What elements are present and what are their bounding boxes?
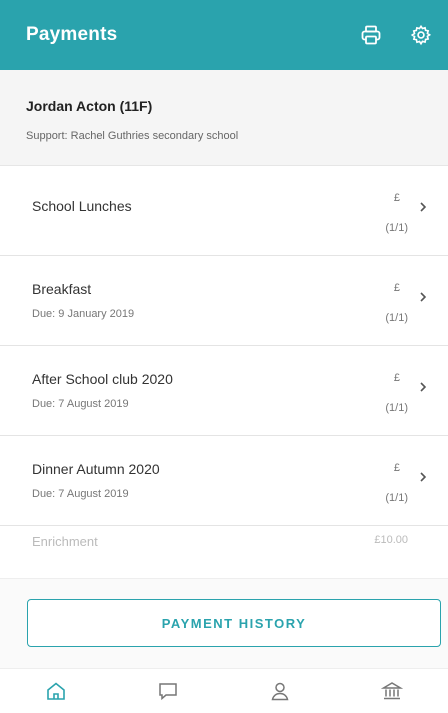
chevron-right-icon bbox=[420, 292, 427, 302]
student-school: Support: Rachel Guthries secondary schoo… bbox=[26, 130, 239, 142]
nav-profile[interactable] bbox=[224, 669, 336, 713]
payment-history-button[interactable]: PAYMENT HISTORY bbox=[27, 599, 441, 647]
payment-currency: £ bbox=[393, 462, 400, 474]
bottom-navigation bbox=[0, 668, 448, 713]
bank-icon bbox=[381, 682, 403, 700]
payment-item-partial[interactable]: Enrichment £10.00 bbox=[0, 526, 448, 556]
payment-label: Dinner Autumn 2020 bbox=[32, 461, 160, 477]
payment-count: (1/1) bbox=[385, 402, 408, 414]
chevron-right-icon bbox=[420, 382, 427, 392]
payment-label: Breakfast bbox=[32, 281, 92, 297]
payment-due-date: Due: 9 January 2019 bbox=[32, 308, 135, 320]
nav-bank[interactable] bbox=[336, 669, 448, 713]
payment-currency: £ bbox=[393, 192, 400, 204]
payment-list: School Lunches £ (1/1) Breakfast Due: 9 … bbox=[0, 166, 448, 578]
payment-currency: £ bbox=[393, 282, 400, 294]
history-footer: PAYMENT HISTORY bbox=[0, 578, 448, 668]
home-icon bbox=[47, 682, 65, 700]
payment-count: (1/1) bbox=[385, 492, 408, 504]
printer-icon[interactable] bbox=[358, 22, 384, 48]
page-title: Payments bbox=[26, 24, 118, 45]
payment-item-after-school-club[interactable]: After School club 2020 Due: 7 August 201… bbox=[0, 346, 448, 436]
chevron-right-icon bbox=[420, 472, 427, 482]
payment-item-dinner-autumn[interactable]: Dinner Autumn 2020 Due: 7 August 2019 £ … bbox=[0, 436, 448, 526]
payment-count: (1/1) bbox=[385, 312, 408, 324]
payment-label: School Lunches bbox=[32, 198, 132, 214]
nav-messages[interactable] bbox=[112, 669, 224, 713]
payment-amount: £10.00 bbox=[374, 534, 408, 546]
student-summary: Jordan Acton (11F) Support: Rachel Guthr… bbox=[0, 70, 448, 166]
payment-currency: £ bbox=[393, 372, 400, 384]
app-header: Payments bbox=[0, 0, 448, 70]
payment-due-date: Due: 7 August 2019 bbox=[32, 398, 129, 410]
payment-due-date: Due: 7 August 2019 bbox=[32, 488, 129, 500]
chevron-right-icon bbox=[420, 202, 427, 212]
payment-item-school-lunches[interactable]: School Lunches £ (1/1) bbox=[0, 166, 448, 256]
nav-home[interactable] bbox=[0, 669, 112, 713]
payment-label: Enrichment bbox=[32, 534, 98, 549]
payment-count: (1/1) bbox=[385, 222, 408, 234]
payment-label: After School club 2020 bbox=[32, 371, 173, 387]
gear-icon[interactable] bbox=[408, 22, 434, 48]
chat-icon bbox=[159, 683, 177, 701]
student-name: Jordan Acton (11F) bbox=[26, 98, 153, 114]
payment-item-breakfast[interactable]: Breakfast Due: 9 January 2019 £ (1/1) bbox=[0, 256, 448, 346]
user-icon bbox=[271, 682, 289, 701]
